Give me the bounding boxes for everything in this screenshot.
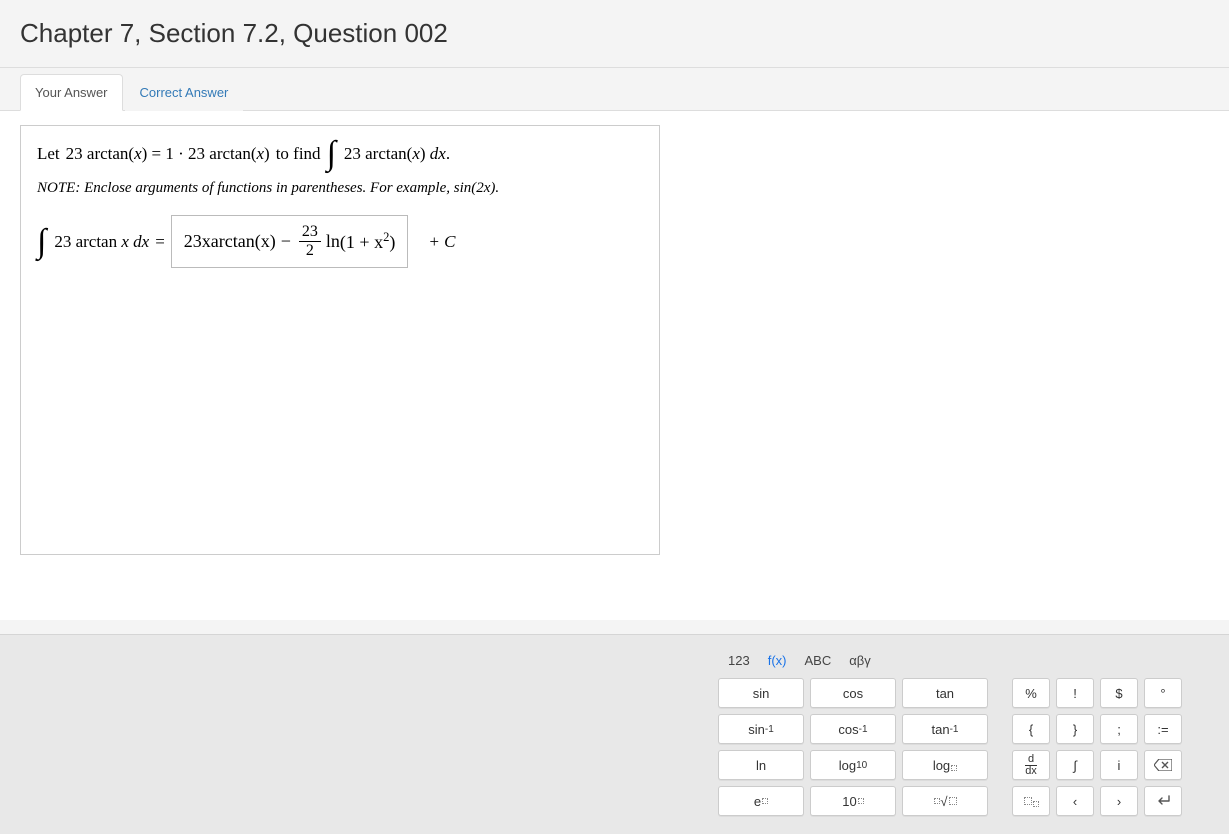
key-enter[interactable] <box>1144 786 1182 816</box>
tab-your-answer[interactable]: Your Answer <box>20 74 123 111</box>
key-atan[interactable]: tan-1 <box>902 714 988 744</box>
kbd-tab-fx[interactable]: f(x) <box>768 653 787 668</box>
input-arg: (1 + x2) <box>340 230 395 253</box>
input-minus: − <box>281 231 291 252</box>
integral-icon: ∫ <box>37 232 46 252</box>
input-fraction: 23 2 <box>299 224 321 259</box>
backspace-icon <box>1154 759 1172 771</box>
key-nroot[interactable]: √ <box>902 786 988 816</box>
answer-input[interactable]: 23xarctan(x) − 23 2 ln (1 + x2) <box>171 215 409 268</box>
key-dollar[interactable]: $ <box>1100 678 1138 708</box>
key-ln[interactable]: ln <box>718 750 804 780</box>
answer-line: ∫ 23 arctan x dx = 23xarctan(x) − 23 2 l… <box>37 215 643 268</box>
prompt-eq: 23 arctan(x) = 1 · 23 arctan(x) <box>66 144 270 164</box>
input-term1: 23xarctan(x) <box>184 231 276 252</box>
kbd-row: sin cos tan % ! $ ° <box>718 678 1208 708</box>
kbd-row: ln log10 log ddx ∫ i <box>718 750 1208 780</box>
key-brace-close[interactable]: } <box>1056 714 1094 744</box>
key-ddx[interactable]: ddx <box>1012 750 1050 780</box>
key-sin[interactable]: sin <box>718 678 804 708</box>
kbd-tab-abc[interactable]: ABC <box>804 653 831 668</box>
key-exp-10[interactable]: 10 <box>810 786 896 816</box>
prompt-integrand: 23 arctan(x) dx. <box>344 144 450 164</box>
key-backspace[interactable] <box>1144 750 1182 780</box>
key-assign[interactable]: := <box>1144 714 1182 744</box>
tab-correct-answer[interactable]: Correct Answer <box>125 74 244 111</box>
key-i[interactable]: i <box>1100 750 1138 780</box>
key-subscript[interactable] <box>1012 786 1050 816</box>
tabs: Your Answer Correct Answer <box>20 68 1229 111</box>
kbd-row: sin-1 cos-1 tan-1 { } ; := <box>718 714 1208 744</box>
question-note: NOTE: Enclose arguments of functions in … <box>37 180 643 197</box>
key-left[interactable]: ‹ <box>1056 786 1094 816</box>
key-exp-e[interactable]: e <box>718 786 804 816</box>
prompt-mid: to find <box>276 144 321 164</box>
key-tan[interactable]: tan <box>902 678 988 708</box>
question-prompt: Let 23 arctan(x) = 1 · 23 arctan(x) to f… <box>37 144 643 164</box>
key-integral[interactable]: ∫ <box>1056 750 1094 780</box>
key-degree[interactable]: ° <box>1144 678 1182 708</box>
integral-icon: ∫ <box>327 144 336 164</box>
key-brace-open[interactable]: { <box>1012 714 1050 744</box>
key-asin[interactable]: sin-1 <box>718 714 804 744</box>
kbd-tab-greek[interactable]: αβγ <box>849 653 871 668</box>
key-log10[interactable]: log10 <box>810 750 896 780</box>
key-acos[interactable]: cos-1 <box>810 714 896 744</box>
equals: = <box>155 232 165 252</box>
key-factorial[interactable]: ! <box>1056 678 1094 708</box>
key-semicolon[interactable]: ; <box>1100 714 1138 744</box>
plus-c: + C <box>428 232 455 252</box>
key-logn[interactable]: log <box>902 750 988 780</box>
input-ln: ln <box>326 231 340 252</box>
enter-icon <box>1155 795 1171 807</box>
frac-num: 23 <box>299 224 321 242</box>
keyboard-tabs: 123 f(x) ABC αβγ <box>718 649 1208 678</box>
question-box: Let 23 arctan(x) = 1 · 23 arctan(x) to f… <box>20 125 660 555</box>
page-title: Chapter 7, Section 7.2, Question 002 <box>0 0 1229 68</box>
frac-den: 2 <box>303 242 317 259</box>
key-cos[interactable]: cos <box>810 678 896 708</box>
kbd-row: e 10 √ ‹ › <box>718 786 1208 816</box>
key-right[interactable]: › <box>1100 786 1138 816</box>
content-pane: Let 23 arctan(x) = 1 · 23 arctan(x) to f… <box>0 110 1229 620</box>
prompt-text: Let <box>37 144 60 164</box>
math-keyboard: 123 f(x) ABC αβγ sin cos tan % ! $ ° <box>0 634 1229 834</box>
kbd-tab-123[interactable]: 123 <box>728 653 750 668</box>
answer-lhs: 23 arctan x dx <box>54 232 149 252</box>
key-percent[interactable]: % <box>1012 678 1050 708</box>
